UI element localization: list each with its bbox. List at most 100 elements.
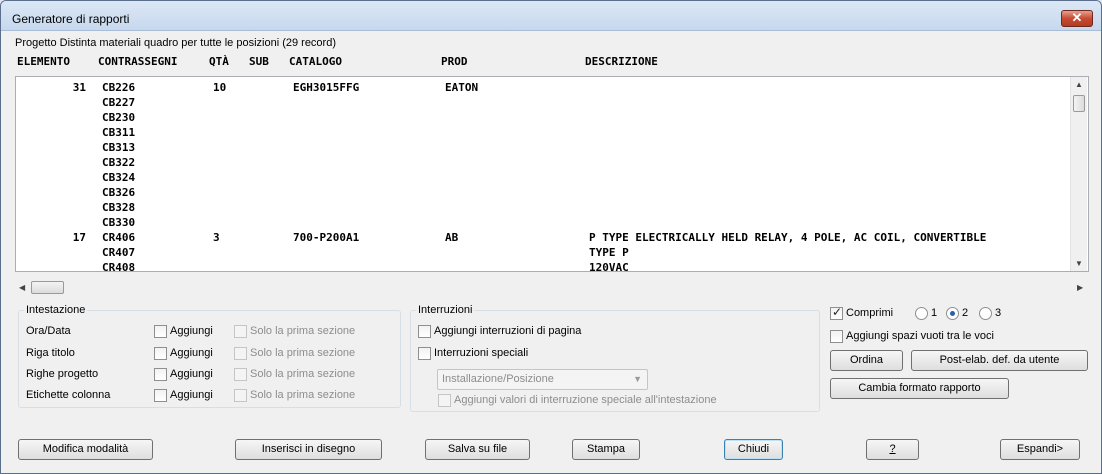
report-line: 17 CR406 3 700-P200A1 AB P TYPE ELECTRICALLY …: [16, 230, 1076, 245]
column-header-sub: SUB: [249, 55, 269, 68]
project-line: Progetto Distinta materiali quadro per t…: [15, 37, 336, 49]
radio-1-label[interactable]: 1: [931, 307, 937, 319]
interruzioni-title: Interruzioni: [416, 304, 475, 316]
column-header-elemento: ELEMENTO: [17, 55, 70, 68]
intestazione-label-riga-titolo: Riga titolo: [26, 347, 75, 359]
riga-titolo-add-label[interactable]: Aggiungi: [170, 347, 213, 359]
close-icon: ✕: [1071, 10, 1083, 25]
report-line: CB324: [16, 170, 1076, 185]
report-line: CB328: [16, 200, 1076, 215]
report-cell-contrassegni: CR406: [102, 231, 136, 244]
report-cell-descrizione: TYPE P: [589, 246, 629, 259]
column-header-descrizione: DESCRIZIONE: [585, 55, 658, 68]
radio-3-label[interactable]: 3: [995, 307, 1001, 319]
close-dialog-button[interactable]: Chiudi: [724, 439, 783, 460]
column-header-contrassegni: CONTRASSEGNI: [98, 55, 178, 68]
report-cell-contrassegni: CB330: [102, 216, 136, 229]
save-to-file-button[interactable]: Salva su file: [425, 439, 530, 460]
add-blank-lines-checkbox[interactable]: [830, 330, 843, 343]
horizontal-scroll-thumb[interactable]: [31, 281, 64, 294]
column-header-catalogo: CATALOGO: [289, 55, 342, 68]
report-cell-qta: 3: [213, 231, 220, 244]
scroll-down-icon[interactable]: ▼: [1075, 259, 1083, 268]
report-cell-contrassegni: CB326: [102, 186, 136, 199]
vertical-scrollbar[interactable]: ▲ ▼: [1070, 77, 1087, 271]
column-header-prod: PROD: [441, 55, 468, 68]
ora-data-first-label[interactable]: Solo la prima sezione: [250, 325, 355, 337]
intestazione-title: Intestazione: [24, 304, 88, 316]
report-line: CB313: [16, 140, 1076, 155]
riga-titolo-first-checkbox[interactable]: [234, 347, 247, 360]
radio-3[interactable]: [979, 307, 992, 320]
report-line: CB322: [16, 155, 1076, 170]
riga-titolo-first-label[interactable]: Solo la prima sezione: [250, 347, 355, 359]
report-cell-descrizione: P TYPE ELECTRICALLY HELD RELAY, 4 POLE, …: [589, 231, 987, 244]
ora-data-add-label[interactable]: Aggiungi: [170, 325, 213, 337]
print-button[interactable]: Stampa: [572, 439, 640, 460]
etichette-colonna-first-label[interactable]: Solo la prima sezione: [250, 389, 355, 401]
report-text-area[interactable]: 31 CB226 10 EGH3015FFG EATON CB227 CB230 CB311 C…: [15, 76, 1089, 272]
righe-progetto-first-label[interactable]: Solo la prima sezione: [250, 368, 355, 380]
report-line: CB230: [16, 110, 1076, 125]
title-bar: Generatore di rapporti ✕: [1, 1, 1101, 31]
report-generator-dialog: Generatore di rapporti ✕ Progetto Distin…: [0, 0, 1102, 474]
etichette-colonna-add-checkbox[interactable]: [154, 389, 167, 402]
close-button[interactable]: ✕: [1061, 10, 1093, 27]
scroll-right-icon[interactable]: ▶: [1077, 283, 1083, 292]
expand-button[interactable]: Espandi>: [1000, 439, 1080, 460]
radio-2-label[interactable]: 2: [962, 307, 968, 319]
report-line: CB227: [16, 95, 1076, 110]
etichette-colonna-add-label[interactable]: Aggiungi: [170, 389, 213, 401]
page-breaks-checkbox[interactable]: [418, 325, 431, 338]
report-cell-contrassegni: CR407: [102, 246, 136, 259]
report-cell-contrassegni: CB328: [102, 201, 136, 214]
report-cell-elemento: 31: [72, 81, 86, 94]
report-cell-prod: EATON: [445, 81, 479, 94]
edit-mode-button[interactable]: Modifica modalità: [18, 439, 153, 460]
scroll-left-icon[interactable]: ◀: [19, 283, 25, 292]
report-cell-contrassegni: CB324: [102, 171, 136, 184]
report-cell-catalogo: EGH3015FFG: [293, 81, 360, 94]
intestazione-label-etichette-colonna: Etichette colonna: [26, 389, 111, 401]
report-cell-elemento: 17: [72, 231, 86, 244]
etichette-colonna-first-checkbox[interactable]: [234, 389, 247, 402]
report-cell-descrizione: 120VAC: [589, 261, 629, 272]
insert-in-drawing-button[interactable]: Inserisci in disegno: [235, 439, 382, 460]
comprimi-label[interactable]: Comprimi: [846, 307, 893, 319]
vertical-scroll-thumb[interactable]: [1073, 95, 1085, 112]
chevron-down-icon: ▼: [633, 374, 642, 384]
add-special-values-label[interactable]: Aggiungi valori di interruzione speciale…: [454, 394, 717, 406]
ora-data-first-checkbox[interactable]: [234, 325, 247, 338]
report-line: CR407 TYPE P: [16, 245, 1076, 260]
special-breaks-label[interactable]: Interruzioni speciali: [434, 347, 528, 359]
report-cell-qta: 10: [213, 81, 227, 94]
radio-2[interactable]: [946, 307, 959, 320]
window-title: Generatore di rapporti: [12, 12, 130, 26]
report-cell-catalogo: 700-P200A1: [293, 231, 360, 244]
righe-progetto-add-checkbox[interactable]: [154, 368, 167, 381]
intestazione-label-righe-progetto: Righe progetto: [26, 368, 99, 380]
special-breaks-dropdown[interactable]: Installazione/Posizione ▼: [437, 369, 648, 390]
horizontal-scrollbar[interactable]: ◀ ▶: [15, 279, 1089, 296]
comprimi-checkbox[interactable]: [830, 305, 843, 320]
scroll-up-icon[interactable]: ▲: [1075, 80, 1083, 89]
page-breaks-label[interactable]: Aggiungi interruzioni di pagina: [434, 325, 581, 337]
add-blank-lines-label[interactable]: Aggiungi spazi vuoti tra le voci: [846, 330, 994, 342]
radio-1[interactable]: [915, 307, 928, 320]
riga-titolo-add-checkbox[interactable]: [154, 347, 167, 360]
report-line: CB311: [16, 125, 1076, 140]
righe-progetto-add-label[interactable]: Aggiungi: [170, 368, 213, 380]
add-special-values-checkbox[interactable]: [438, 394, 451, 407]
report-line: CR408 120VAC: [16, 260, 1076, 271]
righe-progetto-first-checkbox[interactable]: [234, 368, 247, 381]
special-breaks-dropdown-value: Installazione/Posizione: [442, 373, 554, 385]
change-format-button[interactable]: Cambia formato rapporto: [830, 378, 1009, 399]
help-button[interactable]: ?: [866, 439, 919, 460]
ora-data-add-checkbox[interactable]: [154, 325, 167, 338]
user-postprocess-button[interactable]: Post-elab. def. da utente: [911, 350, 1088, 371]
special-breaks-checkbox[interactable]: [418, 347, 431, 360]
report-cell-prod: AB: [445, 231, 459, 244]
report-line: CB326: [16, 185, 1076, 200]
report-line: 31 CB226 10 EGH3015FFG EATON: [16, 80, 1076, 95]
sort-button[interactable]: Ordina: [830, 350, 903, 371]
